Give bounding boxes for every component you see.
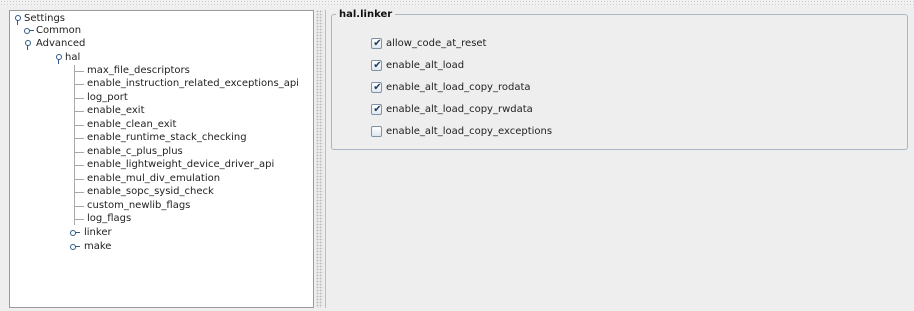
checkbox[interactable]: ✔ xyxy=(371,104,382,115)
tree-leaf-label: enable_mul_div_emulation xyxy=(87,173,221,184)
tree-node-hal[interactable]: hal xyxy=(55,52,80,64)
check-icon: ✔ xyxy=(373,38,382,49)
tree-node-label: hal xyxy=(65,52,81,63)
tree-leaf[interactable]: enable_runtime_stack_checking xyxy=(74,132,247,144)
tree-leaf-label: enable_lightweight_device_driver_api xyxy=(87,159,275,170)
top-toolbar-strip xyxy=(0,0,914,6)
option-label: enable_alt_load xyxy=(386,60,465,71)
tree-node-common[interactable]: Common xyxy=(24,25,81,37)
settings-detail-panel: hal.linker ✔ allow_code_at_reset ✔ enabl… xyxy=(325,10,911,308)
tree-leaf[interactable]: log_port xyxy=(74,92,128,104)
tree-leaf-label: enable_clean_exit xyxy=(87,119,177,130)
tree-leaf-label: enable_c_plus_plus xyxy=(87,146,183,157)
collapsed-key-icon[interactable] xyxy=(70,244,80,250)
option-label: enable_alt_load_copy_exceptions xyxy=(386,126,553,137)
tree-leaf[interactable]: enable_c_plus_plus xyxy=(74,146,183,158)
tree-leaf[interactable]: enable_lightweight_device_driver_api xyxy=(74,159,274,171)
settings-tree-panel[interactable]: Settings Common Advanced hal max_file_de… xyxy=(9,10,314,308)
check-icon: ✔ xyxy=(373,104,382,115)
tree-node-label: make xyxy=(84,241,112,252)
tree-leaf[interactable]: log_flags xyxy=(74,213,131,225)
expanded-key-icon[interactable] xyxy=(24,40,32,50)
tree-node-make[interactable]: make xyxy=(70,241,111,253)
tree-leaf-label: log_port xyxy=(87,92,128,103)
tree-node-label: linker xyxy=(84,227,112,238)
tree-leaf[interactable]: custom_newlib_flags xyxy=(74,200,190,212)
tree-leaf[interactable]: enable_exit xyxy=(74,105,145,117)
tree-node-label: Settings xyxy=(24,13,66,24)
tree-node-advanced[interactable]: Advanced xyxy=(24,38,85,50)
collapsed-key-icon[interactable] xyxy=(24,28,34,34)
group-title: hal.linker xyxy=(336,10,396,20)
tree-leaf-label: enable_exit xyxy=(87,105,145,116)
tree-node-settings[interactable]: Settings xyxy=(14,13,65,25)
tree-leaf-label: enable_runtime_stack_checking xyxy=(87,132,247,143)
checkbox[interactable]: ✔ xyxy=(371,60,382,71)
split-pane-divider[interactable] xyxy=(316,10,323,308)
option-label: enable_alt_load_copy_rwdata xyxy=(386,104,533,115)
expanded-key-icon[interactable] xyxy=(14,15,22,25)
tree-leaf[interactable]: enable_clean_exit xyxy=(74,119,176,131)
tree-leaf-label: custom_newlib_flags xyxy=(87,200,191,211)
check-icon: ✔ xyxy=(373,60,382,71)
tree-leaf[interactable]: enable_mul_div_emulation xyxy=(74,173,220,185)
tree-leaf-label: enable_sopc_sysid_check xyxy=(87,186,214,197)
option-label: allow_code_at_reset xyxy=(386,38,487,49)
tree-leaf[interactable]: enable_sopc_sysid_check xyxy=(74,186,214,198)
checkbox[interactable] xyxy=(371,126,382,137)
tree-node-label: Advanced xyxy=(36,38,86,49)
tree-leaf-label: log_flags xyxy=(87,213,132,224)
check-icon: ✔ xyxy=(373,82,382,93)
hal-linker-group: hal.linker ✔ allow_code_at_reset ✔ enabl… xyxy=(331,10,908,150)
tree-leaf[interactable]: enable_instruction_related_exceptions_ap… xyxy=(74,78,299,90)
tree-leaf-label: enable_instruction_related_exceptions_ap… xyxy=(87,78,299,89)
tree-leaf[interactable]: max_file_descriptors xyxy=(74,65,190,77)
checkbox[interactable]: ✔ xyxy=(371,38,382,49)
tree-node-linker[interactable]: linker xyxy=(70,227,112,239)
expanded-key-icon[interactable] xyxy=(55,54,63,64)
checkbox[interactable]: ✔ xyxy=(371,82,382,93)
collapsed-key-icon[interactable] xyxy=(70,230,80,236)
option-label: enable_alt_load_copy_rodata xyxy=(386,82,531,93)
tree-leaf-label: max_file_descriptors xyxy=(87,65,190,76)
tree-node-label: Common xyxy=(36,25,82,36)
